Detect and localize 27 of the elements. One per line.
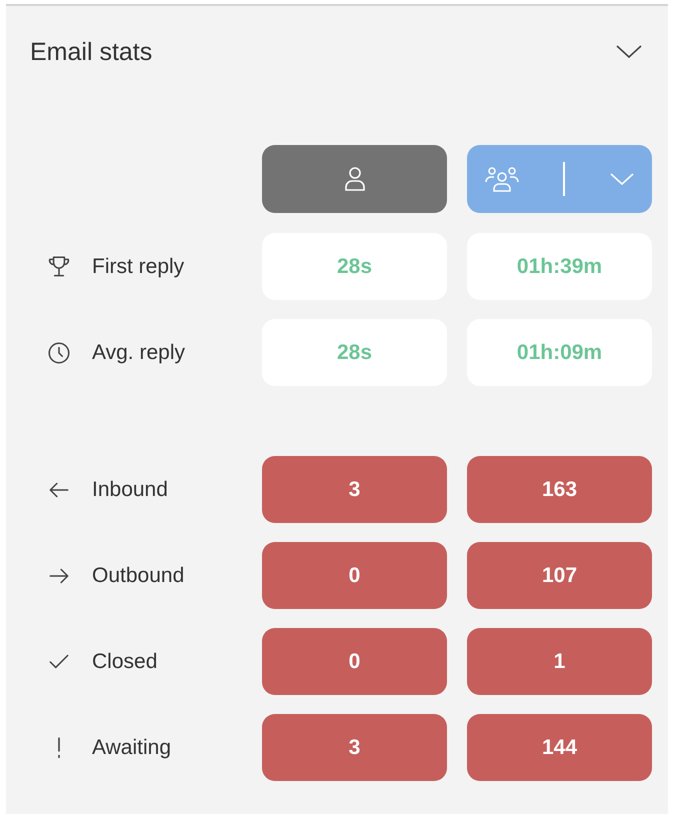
metric-value: 01h:09m <box>467 319 652 386</box>
group-icon <box>484 165 518 193</box>
panel-title: Email stats <box>30 38 152 66</box>
metric-label: Avg. reply <box>92 340 185 364</box>
metric-label: Awaiting <box>92 736 171 760</box>
metric-label: Closed <box>92 650 158 674</box>
metric-value: 01h:39m <box>467 233 652 300</box>
metric-value: 0 <box>262 542 447 609</box>
caret-icon <box>608 172 634 186</box>
metric-value: 3 <box>262 714 447 781</box>
metric-label: First reply <box>92 254 184 278</box>
metric-label: Inbound <box>92 478 168 502</box>
person-icon <box>342 165 366 193</box>
trophy-icon <box>46 254 72 280</box>
metric-value: 107 <box>467 542 652 609</box>
person-toggle[interactable] <box>262 145 447 213</box>
metric-value: 163 <box>467 456 652 523</box>
metric-value: 144 <box>467 714 652 781</box>
exclamation-icon <box>57 736 61 758</box>
metric-value: 0 <box>262 628 447 695</box>
metric-label: Outbound <box>92 564 184 588</box>
team-toggle[interactable] <box>467 145 652 213</box>
metric-value: 3 <box>262 456 447 523</box>
metric-value: 28s <box>262 319 447 386</box>
metric-value: 28s <box>262 233 447 300</box>
clock-icon <box>46 340 72 366</box>
metric-value: 1 <box>467 628 652 695</box>
